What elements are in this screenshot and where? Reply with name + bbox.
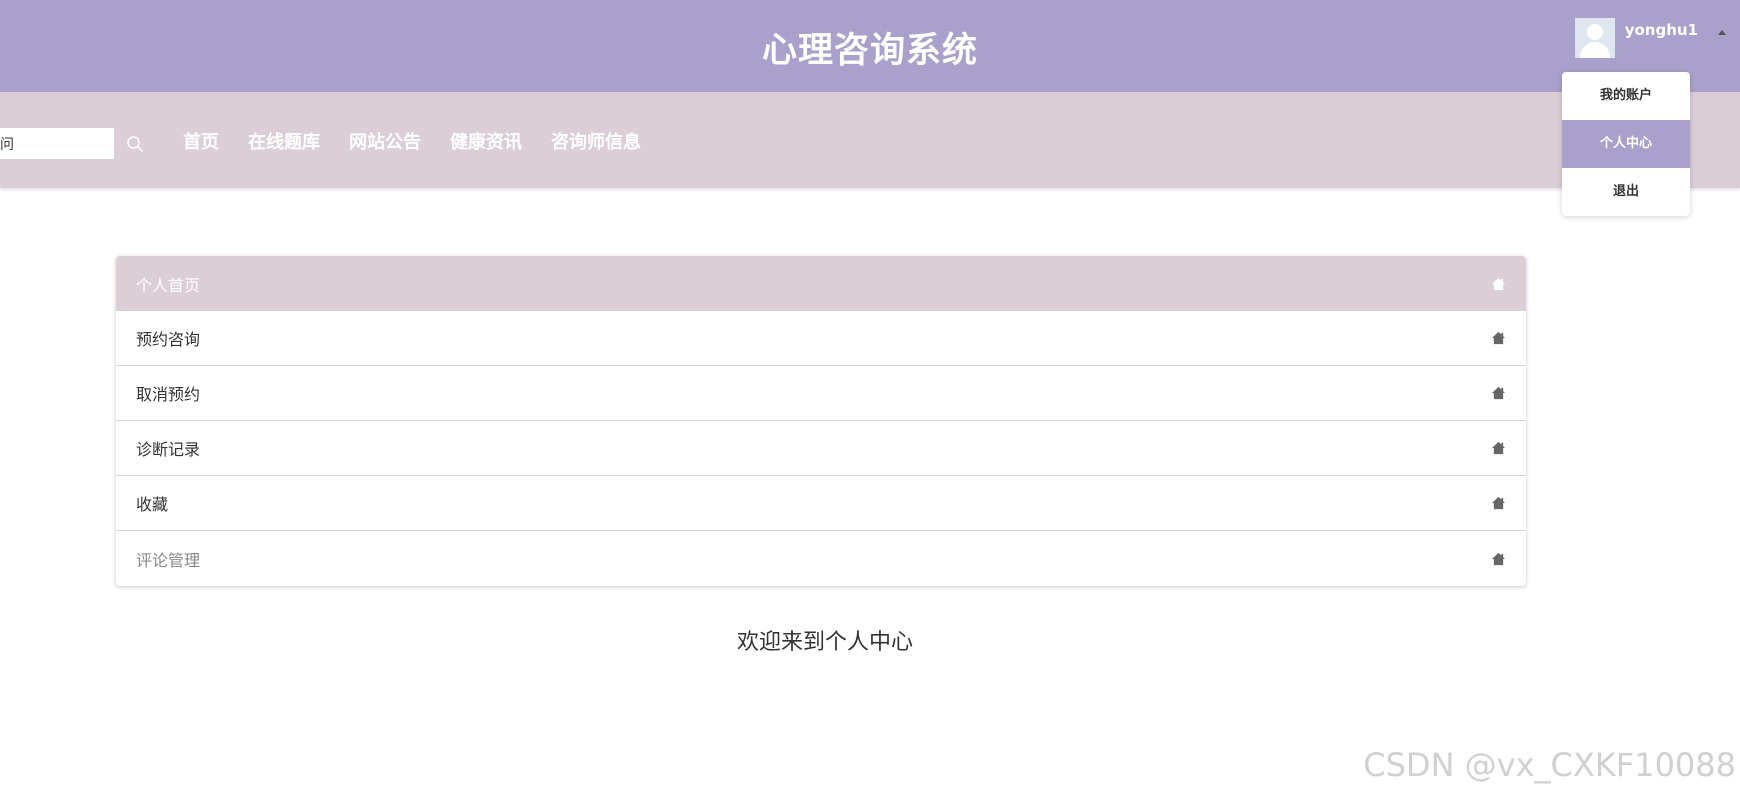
search-icon[interactable]	[126, 135, 144, 153]
menu-item-personal-home[interactable]: 个人首页	[116, 256, 1526, 311]
home-icon	[1491, 496, 1506, 510]
menu-item-diagnosis-records[interactable]: 诊断记录	[116, 421, 1526, 476]
menu-item-book-consultation[interactable]: 预约咨询	[116, 311, 1526, 366]
home-icon	[1491, 331, 1506, 345]
top-header: 心理咨询系统 yonghu1	[0, 0, 1740, 92]
username[interactable]: yonghu1	[1625, 21, 1698, 39]
menu-item-label: 取消预约	[136, 385, 201, 404]
nav-item-home[interactable]: 首页	[183, 128, 219, 154]
user-menu-toggle[interactable]: yonghu1	[1574, 18, 1726, 60]
dropdown-item-personal-center[interactable]: 个人中心	[1562, 120, 1690, 168]
home-icon	[1491, 277, 1506, 290]
home-icon	[1491, 386, 1506, 400]
nav-items: 首页 在线题库 网站公告 健康资讯 咨询师信息	[183, 128, 641, 154]
menu-item-label: 预约咨询	[136, 330, 201, 349]
personal-center-menu: 个人首页 预约咨询 取消预约 诊断记录 收藏 评论管理	[116, 256, 1526, 586]
dropdown-item-my-account[interactable]: 我的账户	[1562, 72, 1690, 120]
menu-item-label: 诊断记录	[136, 440, 201, 459]
menu-item-comment-management[interactable]: 评论管理	[116, 531, 1526, 586]
home-icon	[1491, 552, 1506, 565]
caret-up-icon[interactable]	[1718, 30, 1726, 35]
nav-bar: 首页 在线题库 网站公告 健康资讯 咨询师信息	[0, 92, 1740, 188]
home-icon	[1491, 441, 1506, 455]
menu-item-label: 收藏	[136, 495, 169, 514]
user-dropdown-menu: 我的账户 个人中心 退出	[1562, 72, 1690, 216]
site-title: 心理咨询系统	[761, 31, 978, 71]
menu-item-label: 评论管理	[136, 550, 201, 570]
search-input[interactable]	[0, 128, 114, 159]
nav-item-counselor-info[interactable]: 咨询师信息	[551, 128, 641, 154]
avatar-body-shape	[1579, 42, 1610, 58]
dropdown-item-logout[interactable]: 退出	[1562, 168, 1690, 216]
menu-item-label: 个人首页	[136, 275, 201, 295]
nav-item-announcements[interactable]: 网站公告	[349, 128, 421, 154]
menu-item-favorites[interactable]: 收藏	[116, 476, 1526, 531]
menu-item-cancel-booking[interactable]: 取消预约	[116, 366, 1526, 421]
nav-item-health-news[interactable]: 健康资讯	[450, 128, 522, 154]
avatar[interactable]	[1574, 18, 1615, 58]
avatar-head-shape	[1586, 24, 1603, 40]
watermark: CSDN @vx_CXKF10088	[1363, 746, 1736, 784]
nav-item-question-bank[interactable]: 在线题库	[248, 128, 320, 154]
welcome-message: 欢迎来到个人中心	[736, 630, 913, 655]
